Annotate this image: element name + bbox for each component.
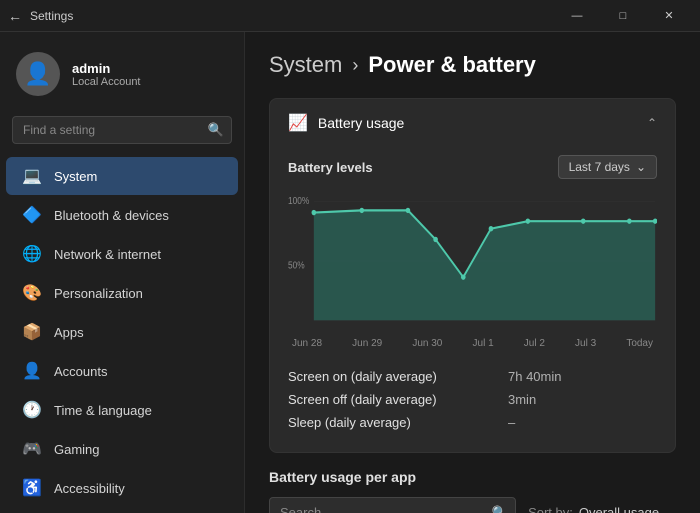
nav-icon-accessibility: ♿ [22,478,42,498]
sidebar-item-gaming[interactable]: 🎮 Gaming [6,430,238,468]
user-profile: 👤 admin Local Account [0,44,244,112]
app-search-row: 🔍 Sort by: Overall usage ⌄ [269,497,676,513]
dropdown-chevron-icon: ⌄ [636,160,646,174]
nav-icon-personalization: 🎨 [22,283,42,303]
chart-x-labels: Jun 28 Jun 29 Jun 30 Jul 1 Jul 2 Jul 3 Today [288,338,657,349]
sidebar-search-input[interactable] [12,116,232,144]
stat-key: Screen off (daily average) [288,392,508,407]
nav-icon-accounts: 👤 [22,361,42,381]
nav-label-network: Network & internet [54,247,161,262]
nav-icon-time: 🕐 [22,400,42,420]
battery-usage-card-header[interactable]: 📈 Battery usage ⌃ [270,99,675,147]
titlebar-title: Settings [30,9,73,23]
svg-text:50%: 50% [288,260,305,271]
sidebar-item-network[interactable]: 🌐 Network & internet [6,235,238,273]
stat-row: Screen off (daily average) 3min [288,388,657,411]
stat-key: Screen on (daily average) [288,369,508,384]
app-search-input[interactable] [269,497,516,513]
sort-value: Overall usage [579,505,659,513]
battery-chart-svg: 100% 50% [288,191,657,331]
chart-x-label: Jul 2 [524,338,545,349]
nav-icon-system: 💻 [22,166,42,186]
battery-usage-label: Battery usage [318,115,404,131]
nav-list: 💻 System 🔷 Bluetooth & devices 🌐 Network… [0,156,244,513]
nav-icon-apps: 📦 [22,322,42,342]
nav-label-accounts: Accounts [54,364,107,379]
breadcrumb-system: System [269,52,342,78]
chart-x-label: Jun 28 [292,338,322,349]
time-range-label: Last 7 days [569,160,630,174]
sidebar-item-apps[interactable]: 📦 Apps [6,313,238,351]
battery-usage-header-left: 📈 Battery usage [288,113,404,133]
chart-x-label: Jul 1 [473,338,494,349]
chart-controls: Battery levels Last 7 days ⌄ [288,155,657,179]
sort-control[interactable]: Sort by: Overall usage ⌄ [528,505,676,513]
nav-label-gaming: Gaming [54,442,100,457]
chart-x-label: Jun 30 [412,338,442,349]
page-header: System › Power & battery [269,52,676,78]
nav-label-personalization: Personalization [54,286,143,301]
stat-key: Sleep (daily average) [288,415,508,430]
stat-value: – [508,415,515,430]
titlebar-controls: — □ ✕ [554,0,692,32]
nav-icon-network: 🌐 [22,244,42,264]
chart-x-label: Jun 29 [352,338,382,349]
breadcrumb-arrow: › [352,55,358,76]
stat-row: Sleep (daily average) – [288,411,657,434]
back-icon[interactable]: ← [8,8,22,24]
sidebar-item-bluetooth[interactable]: 🔷 Bluetooth & devices [6,196,238,234]
chevron-up-icon: ⌃ [647,116,657,130]
battery-usage-card-body: Battery levels Last 7 days ⌄ 100% 50% [270,147,675,452]
nav-label-system: System [54,169,97,184]
sidebar-item-privacy[interactable]: 🔒 Privacy & security [6,508,238,513]
stat-value: 3min [508,392,536,407]
svg-text:100%: 100% [288,195,309,206]
battery-usage-card: 📈 Battery usage ⌃ Battery levels Last 7 … [269,98,676,453]
nav-icon-bluetooth: 🔷 [22,205,42,225]
sort-label: Sort by: [528,505,573,513]
time-range-dropdown[interactable]: Last 7 days ⌄ [558,155,657,179]
chart-x-label: Today [626,338,653,349]
close-button[interactable]: ✕ [646,0,692,32]
sort-chevron-icon: ⌄ [665,505,676,513]
stat-row: Screen on (daily average) 7h 40min [288,365,657,388]
sidebar-search-box: 🔍 [12,116,232,144]
battery-per-app-section: Battery usage per app 🔍 Sort by: Overall… [269,469,676,513]
user-name: admin [72,61,141,76]
maximize-button[interactable]: □ [600,0,646,32]
sidebar-item-time[interactable]: 🕐 Time & language [6,391,238,429]
titlebar: ← Settings — □ ✕ [0,0,700,32]
sidebar: 👤 admin Local Account 🔍 💻 System 🔷 Bluet… [0,32,245,513]
sidebar-item-personalization[interactable]: 🎨 Personalization [6,274,238,312]
battery-chart-icon: 📈 [288,113,308,133]
battery-per-app-title: Battery usage per app [269,469,676,485]
nav-label-accessibility: Accessibility [54,481,125,496]
nav-label-time: Time & language [54,403,152,418]
nav-label-bluetooth: Bluetooth & devices [54,208,169,223]
battery-chart-container: 100% 50% [288,191,657,351]
user-info: admin Local Account [72,61,141,88]
chart-title: Battery levels [288,160,373,175]
sidebar-item-accounts[interactable]: 👤 Accounts [6,352,238,390]
sidebar-search-icon: 🔍 [208,122,224,138]
avatar: 👤 [16,52,60,96]
breadcrumb-current: Power & battery [368,52,536,78]
user-role: Local Account [72,76,141,88]
battery-stats: Screen on (daily average) 7h 40min Scree… [288,365,657,434]
sidebar-item-accessibility[interactable]: ♿ Accessibility [6,469,238,507]
app-container: 👤 admin Local Account 🔍 💻 System 🔷 Bluet… [0,32,700,513]
stat-value: 7h 40min [508,369,561,384]
titlebar-left: ← Settings [8,8,73,24]
app-search-icon: 🔍 [492,505,508,513]
nav-label-apps: Apps [54,325,84,340]
nav-icon-gaming: 🎮 [22,439,42,459]
sidebar-item-system[interactable]: 💻 System [6,157,238,195]
app-search-box: 🔍 [269,497,516,513]
content-area: System › Power & battery 📈 Battery usage… [245,32,700,513]
chart-x-label: Jul 3 [575,338,596,349]
minimize-button[interactable]: — [554,0,600,32]
